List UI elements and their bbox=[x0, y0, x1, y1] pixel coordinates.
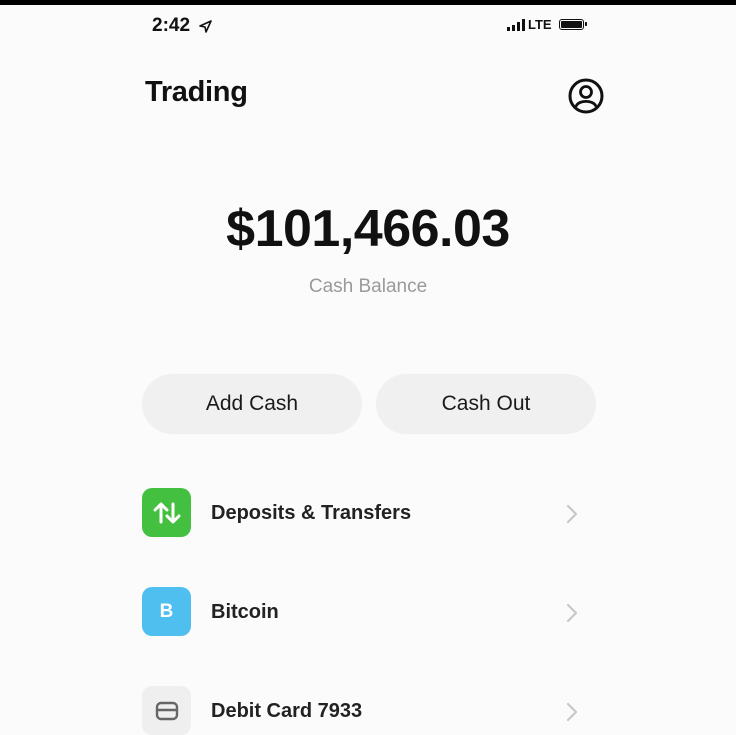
app-screen: 2:42 LTE Trading $101,466.03 Cash Balanc… bbox=[0, 5, 736, 735]
cash-balance-amount: $101,466.03 bbox=[226, 200, 510, 258]
menu-item-label: Debit Card 7933 bbox=[211, 700, 363, 722]
menu-item-label: Deposits & Transfers bbox=[211, 502, 412, 524]
chevron-right-icon bbox=[566, 504, 578, 524]
location-arrow-icon bbox=[199, 20, 213, 33]
battery-icon bbox=[558, 19, 587, 30]
card-icon bbox=[142, 686, 191, 735]
profile-button[interactable] bbox=[567, 77, 605, 115]
menu-item-debit-card[interactable]: Debit Card 7933 bbox=[142, 686, 592, 735]
network-type: LTE bbox=[528, 17, 552, 32]
signal-icon bbox=[507, 18, 525, 31]
menu-item-deposits-transfers[interactable]: Deposits & Transfers bbox=[142, 488, 592, 540]
status-time: 2:42 bbox=[152, 15, 213, 37]
cash-balance-label: Cash Balance bbox=[308, 276, 428, 297]
menu-item-bitcoin[interactable]: B Bitcoin bbox=[142, 587, 592, 639]
add-cash-button[interactable]: Add Cash bbox=[142, 374, 362, 434]
chevron-right-icon bbox=[566, 702, 578, 722]
bitcoin-icon-letter: B bbox=[159, 600, 174, 622]
profile-icon bbox=[568, 78, 604, 114]
transfer-arrows-icon bbox=[142, 488, 191, 537]
page-title: Trading bbox=[145, 76, 248, 108]
status-bar: 2:42 LTE bbox=[0, 5, 736, 45]
menu-item-label: Bitcoin bbox=[211, 601, 279, 623]
status-time-text: 2:42 bbox=[152, 15, 191, 36]
bitcoin-icon: B bbox=[142, 587, 191, 636]
chevron-right-icon bbox=[566, 603, 578, 623]
cash-out-button[interactable]: Cash Out bbox=[376, 374, 596, 434]
status-indicators: LTE bbox=[507, 17, 587, 32]
